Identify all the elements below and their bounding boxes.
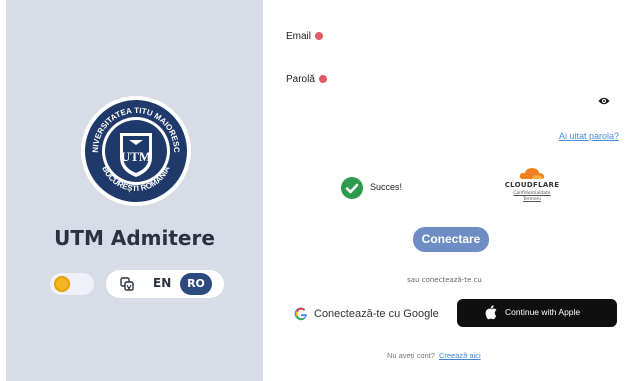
google-login-label: Conectează-te cu Google: [314, 308, 439, 320]
login-button[interactable]: Conectare: [413, 227, 489, 252]
branding-panel: UNIVERSITATEA TITU MAIORESCU BUCUREȘTI R…: [6, 0, 263, 381]
eye-icon[interactable]: [598, 96, 610, 106]
apple-icon: [485, 305, 497, 320]
cloudflare-terms-link[interactable]: Termeni: [500, 197, 564, 203]
password-label-text: Parolă: [286, 74, 315, 85]
email-label-text: Email: [286, 31, 312, 42]
required-indicator: [315, 32, 324, 41]
password-label: Parolă: [286, 74, 327, 85]
signup-prompt: Nu aveți cont?: [387, 351, 435, 360]
app-title: UTM Admitere: [54, 226, 215, 250]
required-indicator: [318, 75, 327, 84]
google-icon: [294, 307, 307, 321]
university-logo: UNIVERSITATEA TITU MAIORESCU BUCUREȘTI R…: [80, 95, 191, 206]
cloudflare-badge: CLOUDFLARE Confidențialitate Termeni: [500, 166, 564, 212]
apple-login-button[interactable]: Continue with Apple: [457, 299, 617, 327]
signup-link[interactable]: Creează aici: [439, 351, 481, 360]
apple-login-label: Continue with Apple: [505, 307, 581, 317]
captcha-status: Succes!: [370, 182, 403, 192]
password-field[interactable]: [284, 92, 593, 114]
google-login-button[interactable]: Conectează-te cu Google: [288, 300, 453, 328]
cloud-icon: [519, 168, 544, 179]
logo-monogram: UTM: [121, 149, 151, 164]
email-field[interactable]: [284, 48, 623, 70]
signup-row: Nu aveți cont? Creează aici: [387, 351, 481, 360]
email-label: Email: [286, 31, 324, 42]
check-icon: [341, 177, 363, 199]
alt-login-text: sau conectează-te cu: [407, 276, 482, 284]
forgot-password-link[interactable]: Ai uitat parola?: [559, 131, 619, 141]
cloudflare-links: Confidențialitate Termeni: [500, 191, 564, 203]
language-switcher: EN RO: [106, 270, 224, 298]
cloudflare-label: CLOUDFLARE: [504, 181, 560, 189]
